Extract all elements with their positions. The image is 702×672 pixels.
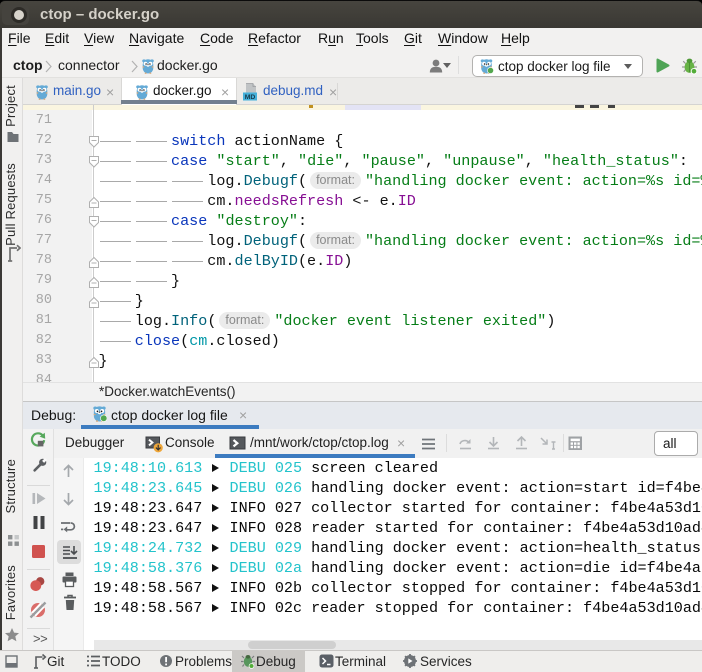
svg-text:MD: MD [245, 94, 256, 101]
